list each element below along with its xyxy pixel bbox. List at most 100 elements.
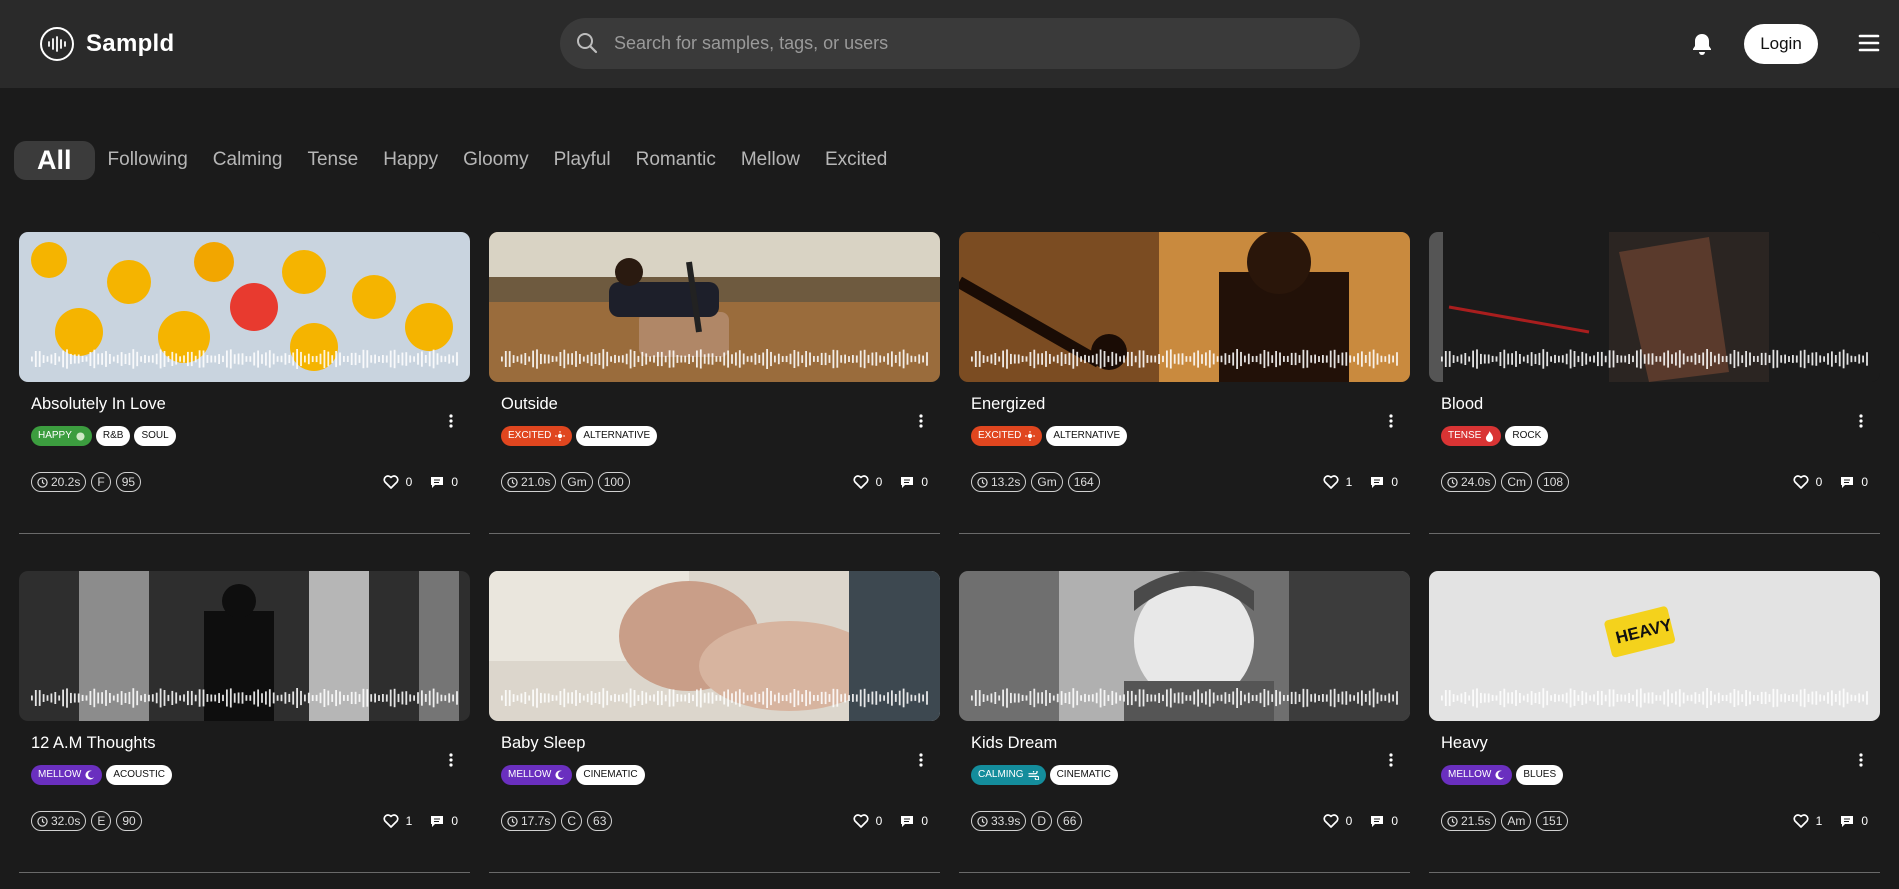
genre-tag[interactable]: ALTERNATIVE bbox=[576, 426, 658, 446]
comment-icon[interactable] bbox=[430, 815, 444, 828]
login-button[interactable]: Login bbox=[1744, 24, 1818, 64]
heart-icon[interactable] bbox=[853, 814, 869, 828]
social-counts: 10 bbox=[1793, 811, 1868, 831]
sample-card[interactable]: Baby Sleep MELLOW CINEMATIC 17.7s C 63 0 0 bbox=[489, 571, 940, 873]
logo[interactable]: Sampld bbox=[40, 27, 174, 61]
comment-icon[interactable] bbox=[1370, 815, 1384, 828]
more-options-icon[interactable] bbox=[444, 412, 458, 430]
tag-list: MELLOW ACOUSTIC bbox=[31, 765, 173, 785]
sample-thumbnail[interactable] bbox=[489, 232, 940, 382]
sample-card[interactable]: Outside EXCITED ALTERNATIVE 21.0s Gm 100 0 0 bbox=[489, 232, 940, 534]
filter-chip-calming[interactable]: Calming bbox=[213, 149, 283, 171]
comment-icon[interactable] bbox=[1840, 476, 1854, 489]
sample-card[interactable]: Energized EXCITED ALTERNATIVE 13.2s Gm 164 1 0 bbox=[959, 232, 1410, 534]
hamburger-menu-icon[interactable] bbox=[1858, 34, 1880, 57]
sample-title[interactable]: Energized bbox=[971, 395, 1045, 414]
mood-badge[interactable]: TENSE bbox=[1441, 426, 1502, 446]
genre-tag[interactable]: R&B bbox=[95, 426, 131, 446]
more-options-icon[interactable] bbox=[1384, 412, 1398, 430]
bell-icon[interactable] bbox=[1691, 32, 1713, 61]
waveform[interactable] bbox=[31, 348, 459, 370]
sample-card[interactable]: Kids Dream CALMING CINEMATIC 33.9s D 66 0 0 bbox=[959, 571, 1410, 873]
waveform[interactable] bbox=[31, 687, 459, 709]
waveform[interactable] bbox=[1441, 348, 1869, 370]
genre-tag[interactable]: ACOUSTIC bbox=[106, 765, 173, 785]
filter-chip-tense[interactable]: Tense bbox=[307, 149, 358, 171]
sample-card[interactable]: HEAVY Heavy MELLOW BLUES 21.5s Am 151 1 0 bbox=[1429, 571, 1880, 873]
sample-title[interactable]: Kids Dream bbox=[971, 734, 1057, 753]
social-counts: 00 bbox=[853, 811, 928, 831]
mood-badge[interactable]: EXCITED bbox=[971, 426, 1043, 446]
comment-icon[interactable] bbox=[900, 815, 914, 828]
more-options-icon[interactable] bbox=[1384, 751, 1398, 769]
comment-icon[interactable] bbox=[1370, 476, 1384, 489]
waveform[interactable] bbox=[971, 687, 1399, 709]
mood-badge[interactable]: HAPPY bbox=[31, 426, 92, 446]
genre-tag[interactable]: ROCK bbox=[1505, 426, 1549, 446]
sample-title[interactable]: Outside bbox=[501, 395, 558, 414]
like-count: 0 bbox=[1815, 475, 1823, 489]
duration-value: 21.0s bbox=[521, 475, 551, 489]
heart-icon[interactable] bbox=[853, 475, 869, 489]
waveform[interactable] bbox=[971, 348, 1399, 370]
filter-chip-all[interactable]: All bbox=[14, 140, 95, 180]
sample-card[interactable]: Blood TENSE ROCK 24.0s Cm 108 0 0 bbox=[1429, 232, 1880, 534]
comment-icon[interactable] bbox=[430, 476, 444, 489]
sample-title[interactable]: Absolutely In Love bbox=[31, 395, 166, 414]
key-pill: F bbox=[91, 472, 111, 492]
waveform[interactable] bbox=[1441, 687, 1869, 709]
genre-tag[interactable]: CINEMATIC bbox=[1049, 765, 1118, 785]
filter-chip-following[interactable]: Following bbox=[108, 149, 188, 171]
sample-thumbnail[interactable]: HEAVY bbox=[1429, 571, 1880, 721]
like-count: 0 bbox=[1345, 814, 1353, 828]
more-options-icon[interactable] bbox=[444, 751, 458, 769]
sample-card[interactable]: 12 A.M Thoughts MELLOW ACOUSTIC 32.0s E 90 1 0 bbox=[19, 571, 470, 873]
genre-tag[interactable]: CINEMATIC bbox=[576, 765, 645, 785]
heart-icon[interactable] bbox=[1323, 814, 1339, 828]
sample-thumbnail[interactable] bbox=[19, 571, 470, 721]
more-options-icon[interactable] bbox=[1854, 412, 1868, 430]
mood-badge[interactable]: MELLOW bbox=[501, 765, 573, 785]
comment-icon[interactable] bbox=[900, 476, 914, 489]
heart-icon[interactable] bbox=[1323, 475, 1339, 489]
filter-chip-gloomy[interactable]: Gloomy bbox=[463, 149, 528, 171]
waveform[interactable] bbox=[501, 348, 929, 370]
heart-icon[interactable] bbox=[383, 475, 399, 489]
more-options-icon[interactable] bbox=[1854, 751, 1868, 769]
heart-icon[interactable] bbox=[1793, 814, 1809, 828]
filter-chip-excited[interactable]: Excited bbox=[825, 149, 887, 171]
sample-thumbnail[interactable] bbox=[959, 571, 1410, 721]
genre-tag[interactable]: SOUL bbox=[134, 426, 176, 446]
sample-title[interactable]: Heavy bbox=[1441, 734, 1488, 753]
genre-tag[interactable]: BLUES bbox=[1516, 765, 1564, 785]
search-input[interactable] bbox=[614, 18, 1334, 69]
mood-badge[interactable]: MELLOW bbox=[1441, 765, 1513, 785]
sample-thumbnail[interactable] bbox=[19, 232, 470, 382]
more-options-icon[interactable] bbox=[914, 412, 928, 430]
sample-card[interactable]: Absolutely In Love HAPPY R&B SOUL 20.2s F 95 0 0 bbox=[19, 232, 470, 534]
sample-title[interactable]: 12 A.M Thoughts bbox=[31, 734, 155, 753]
mood-badge[interactable]: MELLOW bbox=[31, 765, 103, 785]
heart-icon[interactable] bbox=[383, 814, 399, 828]
more-options-icon[interactable] bbox=[914, 751, 928, 769]
sample-title[interactable]: Blood bbox=[1441, 395, 1483, 414]
filter-chip-playful[interactable]: Playful bbox=[554, 149, 611, 171]
comment-icon[interactable] bbox=[1840, 815, 1854, 828]
sample-thumbnail[interactable] bbox=[1429, 232, 1880, 382]
mood-badge[interactable]: CALMING bbox=[971, 765, 1046, 785]
duration-value: 33.9s bbox=[991, 814, 1021, 828]
key-pill: Gm bbox=[1031, 472, 1063, 492]
filter-chip-mellow[interactable]: Mellow bbox=[741, 149, 800, 171]
waveform[interactable] bbox=[501, 687, 929, 709]
mood-badge[interactable]: EXCITED bbox=[501, 426, 573, 446]
sample-meta: 33.9s D 66 bbox=[971, 811, 1083, 831]
filter-chip-happy[interactable]: Happy bbox=[383, 149, 438, 171]
genre-tag[interactable]: ALTERNATIVE bbox=[1046, 426, 1128, 446]
sample-thumbnail[interactable] bbox=[959, 232, 1410, 382]
waveform-logo-icon bbox=[40, 27, 74, 61]
filter-chip-romantic[interactable]: Romantic bbox=[636, 149, 716, 171]
sample-title[interactable]: Baby Sleep bbox=[501, 734, 585, 753]
search-bar[interactable] bbox=[560, 18, 1360, 69]
sample-thumbnail[interactable] bbox=[489, 571, 940, 721]
heart-icon[interactable] bbox=[1793, 475, 1809, 489]
